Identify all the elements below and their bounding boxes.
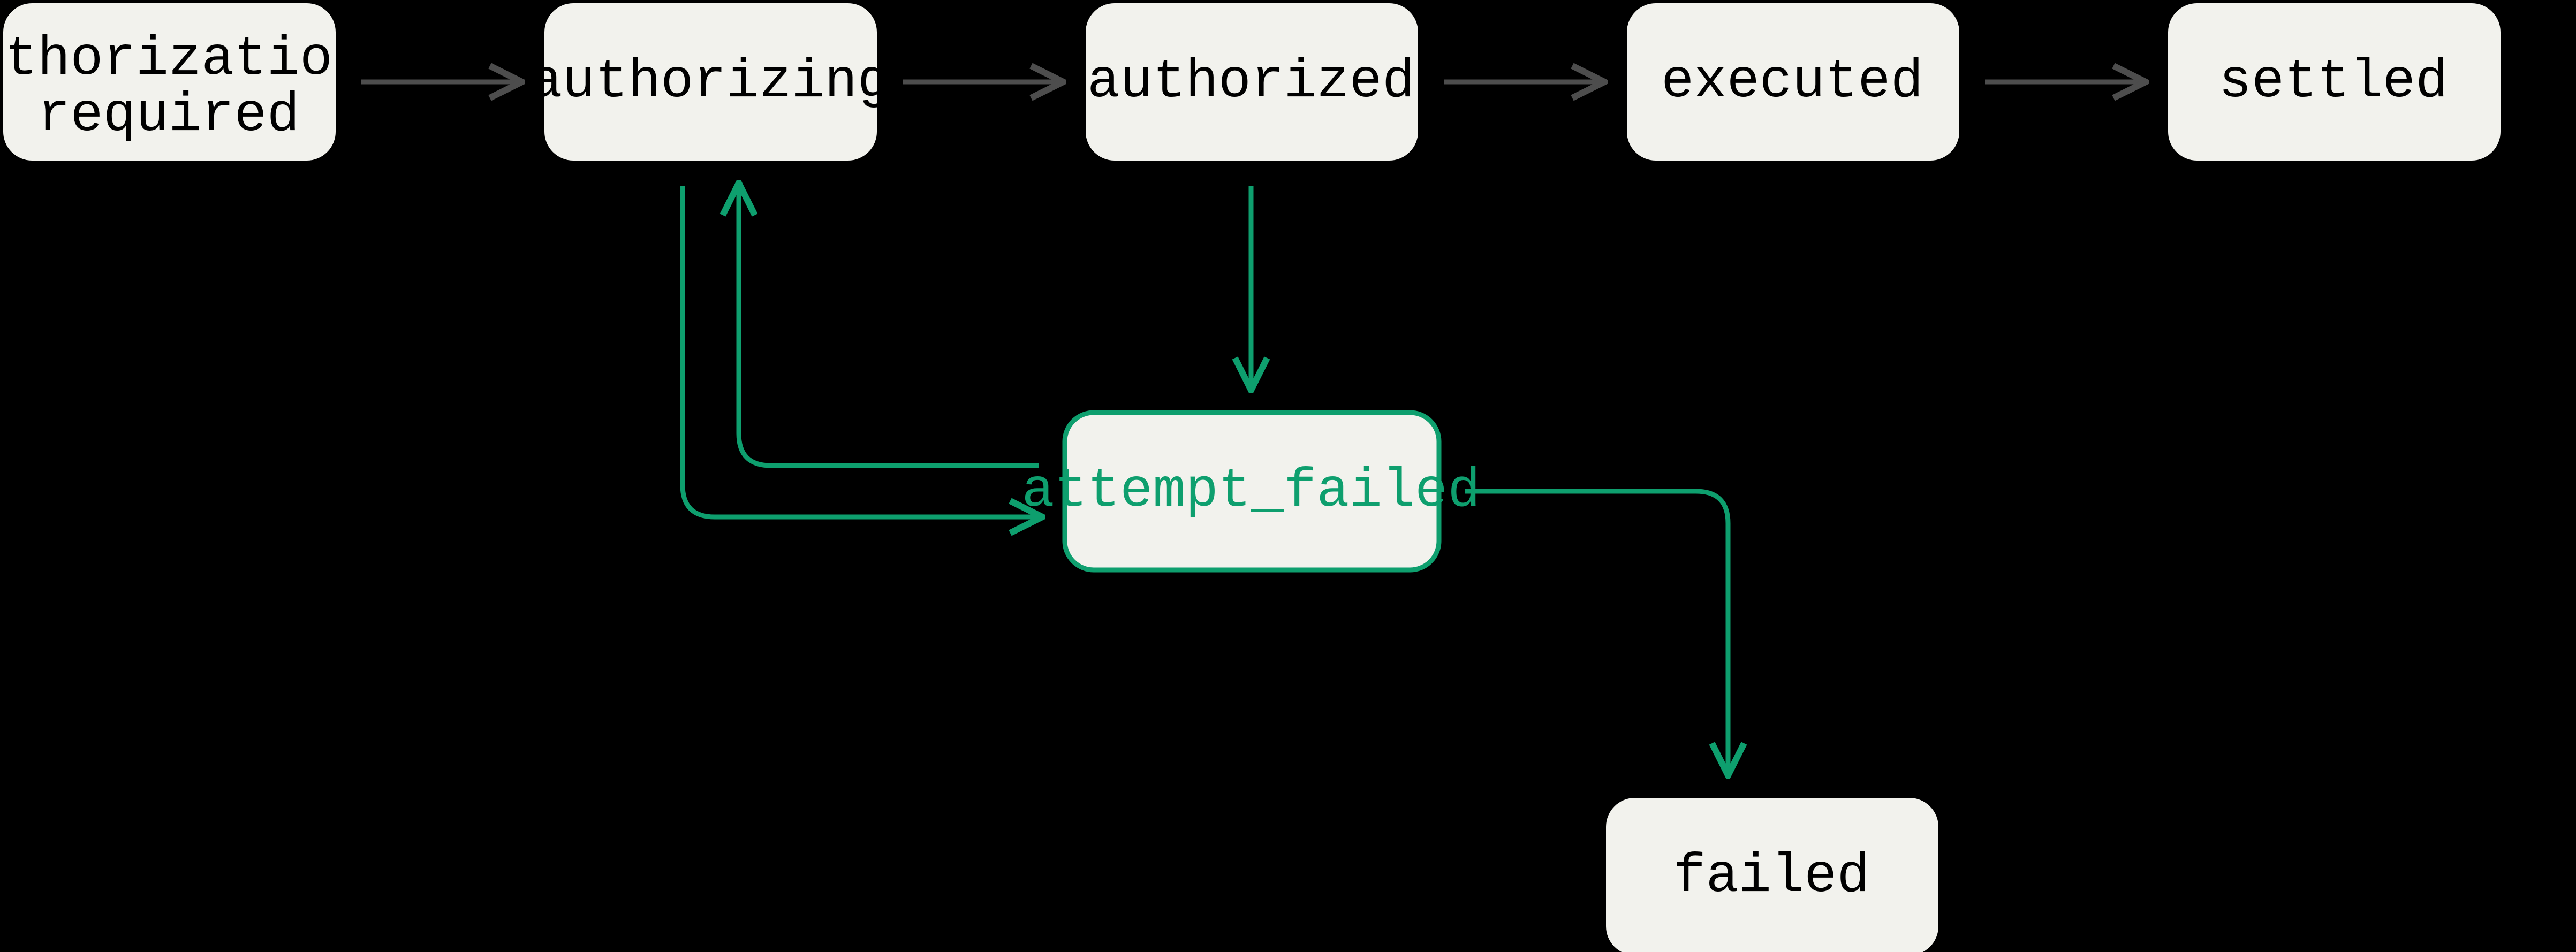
node-attempt-failed: attempt_failed [1022,413,1481,570]
node-authorized: authorized [1086,3,1418,161]
node-authorization-required: authorization_ required [0,3,398,161]
node-label: failed [1673,846,1869,908]
node-label: settled [2219,51,2448,113]
node-label: attempt_failed [1022,460,1481,522]
node-label: required [37,85,300,147]
edge-attempt-failed-to-failed [1465,491,1728,772]
node-settled: settled [2168,3,2501,161]
edge-attempt-failed-to-authorizing [739,186,1039,466]
node-label: authorizing [529,51,890,113]
node-executed: executed [1627,3,1959,161]
node-failed: failed [1606,798,1938,952]
node-label: authorization_ [0,28,398,90]
node-authorizing: authorizing [529,3,890,161]
node-label: authorized [1087,51,1415,113]
node-label: executed [1661,51,1923,113]
state-diagram: authorization_ required authorizing auth… [0,0,2576,952]
